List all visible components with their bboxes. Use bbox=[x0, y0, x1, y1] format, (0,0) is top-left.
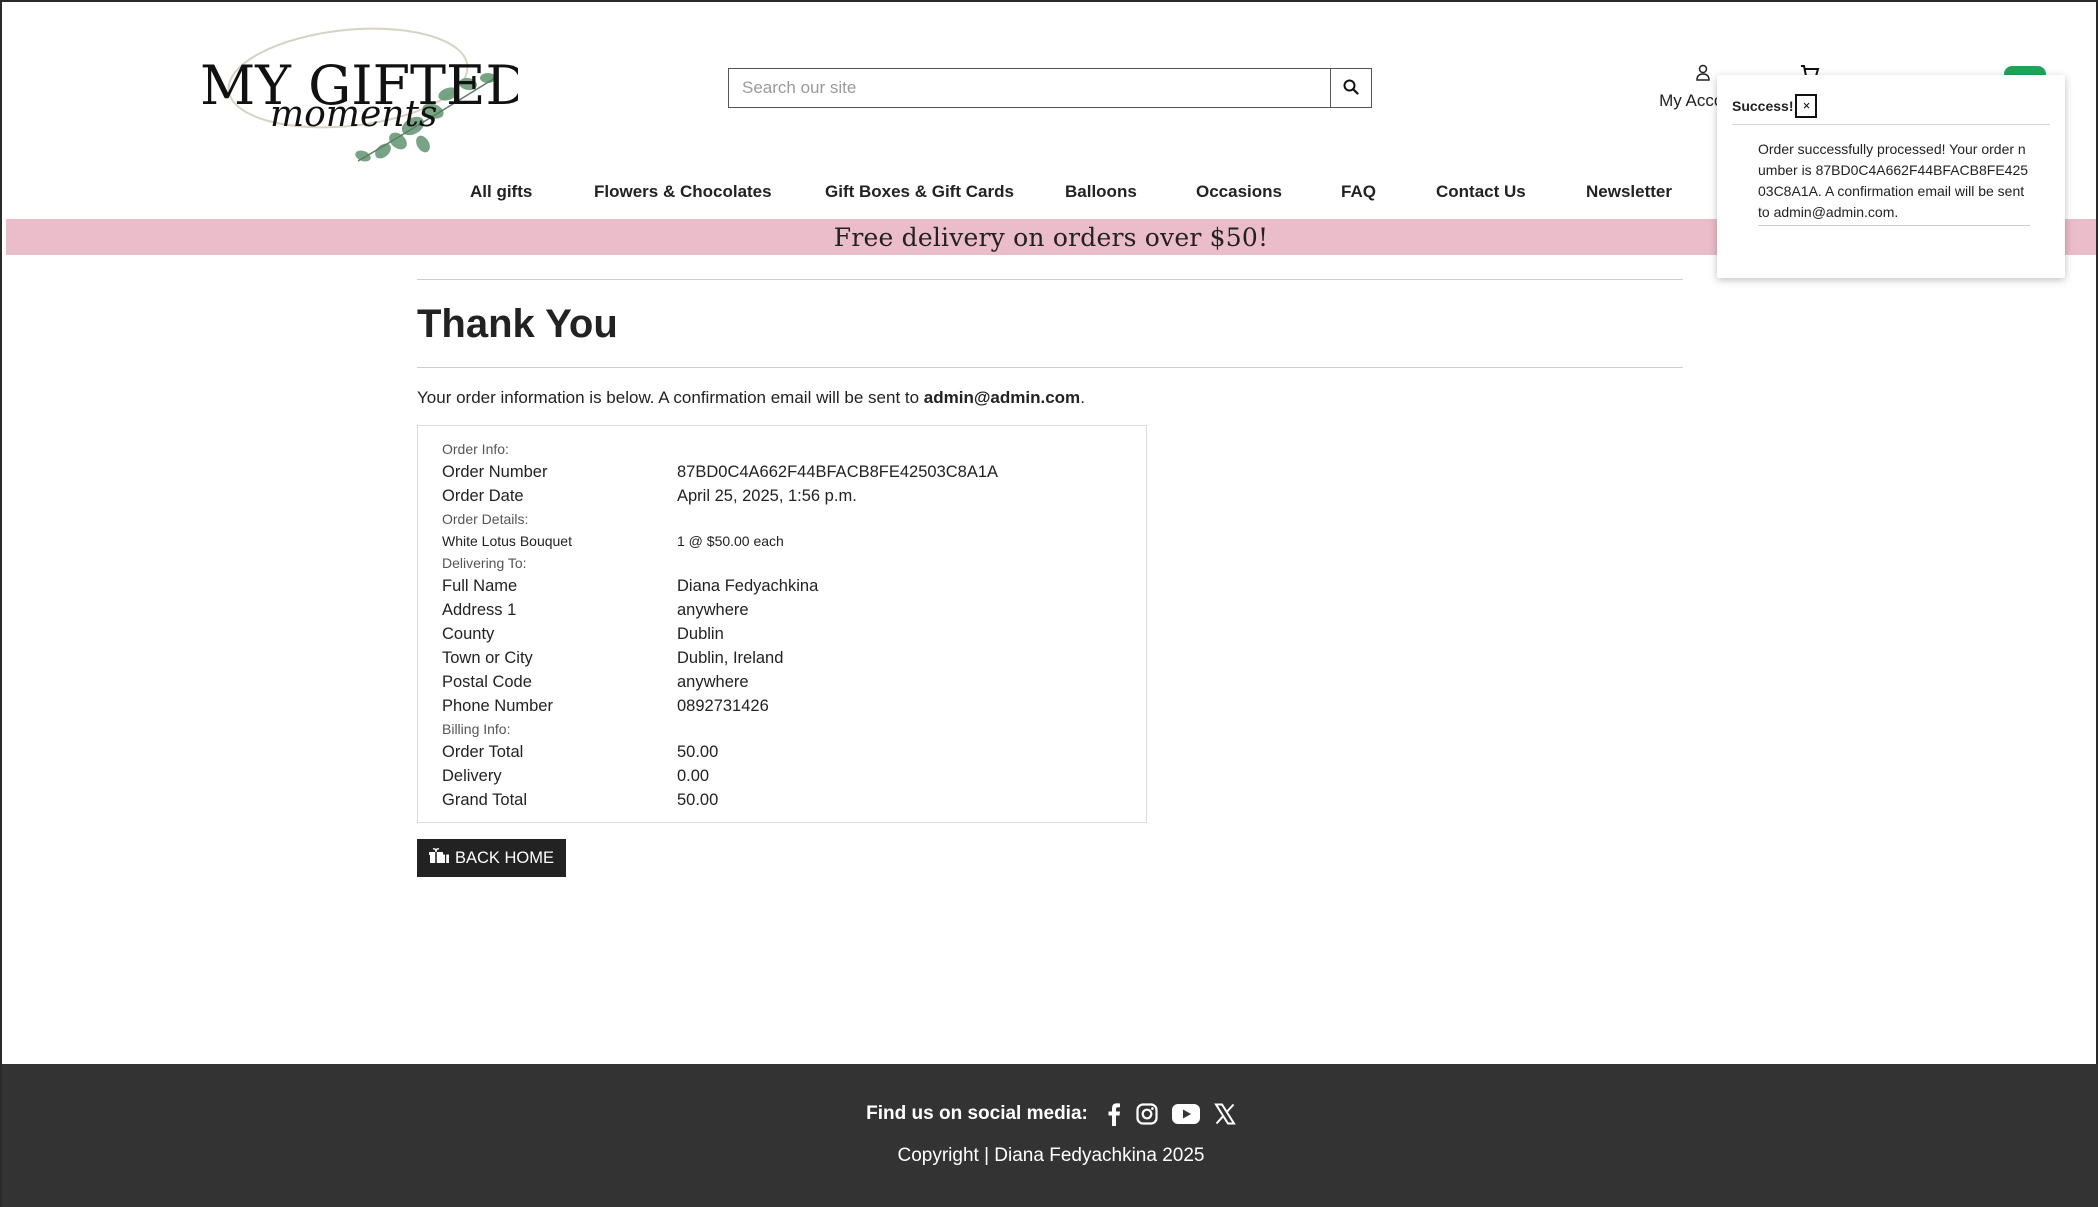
search-input[interactable] bbox=[729, 69, 1330, 107]
user-icon bbox=[1695, 64, 1711, 87]
page-title: Thank You bbox=[417, 302, 618, 346]
county-label: County bbox=[442, 625, 495, 643]
delivery-value: 0.00 bbox=[677, 767, 710, 785]
town-row: Town or City Dublin, Ireland bbox=[442, 646, 1122, 670]
item-name: White Lotus Bouquet bbox=[442, 533, 572, 549]
nav-gift-boxes[interactable]: Gift Boxes & Gift Cards bbox=[825, 182, 1014, 202]
search-icon bbox=[1343, 79, 1359, 98]
order-details-label: Order Details: bbox=[442, 511, 529, 527]
order-item-row: White Lotus Bouquet 1 @ $50.00 each bbox=[442, 530, 1122, 552]
billing-info-label: Billing Info: bbox=[442, 721, 511, 737]
order-date-value: April 25, 2025, 1:56 p.m. bbox=[677, 487, 857, 505]
grand-total-value: 50.00 bbox=[677, 791, 719, 809]
phone-label: Phone Number bbox=[442, 697, 553, 715]
address1-label: Address 1 bbox=[442, 601, 517, 619]
toast-title: Success! bbox=[1732, 97, 1794, 114]
divider bbox=[417, 367, 1683, 368]
facebook-icon[interactable] bbox=[1106, 1102, 1122, 1126]
order-number-label: Order Number bbox=[442, 463, 548, 481]
full-name-row: Full Name Diana Fedyachkina bbox=[442, 574, 1122, 598]
grand-total-label: Grand Total bbox=[442, 791, 527, 809]
town-label: Town or City bbox=[442, 649, 533, 667]
copyright-text: Copyright | Diana Fedyachkina 2025 bbox=[897, 1145, 1205, 1166]
delivery-row: Delivery 0.00 bbox=[442, 764, 1122, 788]
order-info-label: Order Info: bbox=[442, 441, 509, 457]
order-summary: Order Info: Order Number 87BD0C4A662F44BF… bbox=[417, 425, 1147, 823]
youtube-icon[interactable] bbox=[1171, 1104, 1200, 1124]
success-toast: Success! × Order successfully processed!… bbox=[1717, 75, 2065, 278]
county-value: Dublin bbox=[677, 625, 724, 643]
full-name-value: Diana Fedyachkina bbox=[677, 577, 819, 595]
town-value: Dublin, Ireland bbox=[677, 649, 784, 667]
nav-balloons[interactable]: Balloons bbox=[1065, 182, 1137, 202]
item-quantity: 1 @ $50.00 each bbox=[677, 533, 784, 549]
full-name-label: Full Name bbox=[442, 577, 518, 595]
nav-faq[interactable]: FAQ bbox=[1341, 182, 1376, 202]
gift-icon bbox=[429, 847, 450, 869]
intro-email: admin@admin.com bbox=[923, 388, 1081, 407]
grand-total-row: Grand Total 50.00 bbox=[442, 788, 1122, 812]
order-number-value: 87BD0C4A662F44BFACB8FE42503C8A1A bbox=[677, 463, 999, 481]
back-home-label: BACK HOME bbox=[455, 848, 555, 867]
divider bbox=[417, 279, 1683, 280]
main-content: Thank You Your order information is belo… bbox=[417, 279, 1683, 877]
order-total-row: Order Total 50.00 bbox=[442, 740, 1122, 764]
postal-code-row: Postal Code anywhere bbox=[442, 670, 1122, 694]
back-home-button[interactable]: BACK HOME bbox=[417, 839, 567, 877]
nav-flowers-chocolates[interactable]: Flowers & Chocolates bbox=[594, 182, 772, 202]
county-row: County Dublin bbox=[442, 622, 1122, 646]
toast-header: Success! × bbox=[1732, 87, 2050, 125]
nav-occasions[interactable]: Occasions bbox=[1196, 182, 1282, 202]
search-button[interactable] bbox=[1330, 69, 1371, 107]
phone-row: Phone Number 0892731426 bbox=[442, 694, 1122, 718]
intro-text: Your order information is below. A confi… bbox=[417, 388, 1683, 408]
search-bar bbox=[728, 68, 1372, 108]
postal-code-label: Postal Code bbox=[442, 673, 532, 691]
site-footer: Find us on social media: Copyright | Dia… bbox=[2, 1064, 2098, 1207]
address1-row: Address 1 anywhere bbox=[442, 598, 1122, 622]
delivering-to-label: Delivering To: bbox=[442, 555, 527, 571]
site-logo[interactable]: MY GIFTED moments bbox=[198, 16, 529, 166]
order-date-row: Order Date April 25, 2025, 1:56 p.m. bbox=[442, 484, 1122, 508]
order-total-value: 50.00 bbox=[677, 743, 719, 761]
address1-value: anywhere bbox=[677, 601, 749, 619]
toast-close-button[interactable]: × bbox=[1795, 93, 1818, 118]
intro-text-suffix: . bbox=[1080, 388, 1085, 407]
banner-text: Free delivery on orders over $50! bbox=[833, 222, 1269, 252]
instagram-icon[interactable] bbox=[1136, 1103, 1158, 1125]
postal-code-value: anywhere bbox=[677, 673, 749, 691]
phone-value: 0892731426 bbox=[677, 697, 769, 715]
logo-script-text: moments bbox=[270, 94, 437, 135]
nav-all-gifts[interactable]: All gifts bbox=[470, 182, 532, 202]
social-label: Find us on social media: bbox=[866, 1103, 1088, 1124]
nav-newsletter[interactable]: Newsletter bbox=[1586, 182, 1672, 202]
x-icon[interactable] bbox=[1214, 1103, 1236, 1125]
order-number-row: Order Number 87BD0C4A662F44BFACB8FE42503C… bbox=[442, 460, 1122, 484]
nav-contact-us[interactable]: Contact Us bbox=[1436, 182, 1526, 202]
toast-message: Order successfully processed! Your order… bbox=[1758, 139, 2030, 226]
order-total-label: Order Total bbox=[442, 743, 524, 761]
intro-text-prefix: Your order information is below. A confi… bbox=[417, 388, 924, 407]
social-links: Find us on social media: bbox=[2, 1102, 2098, 1126]
order-date-label: Order Date bbox=[442, 487, 524, 505]
delivery-label: Delivery bbox=[442, 767, 502, 785]
